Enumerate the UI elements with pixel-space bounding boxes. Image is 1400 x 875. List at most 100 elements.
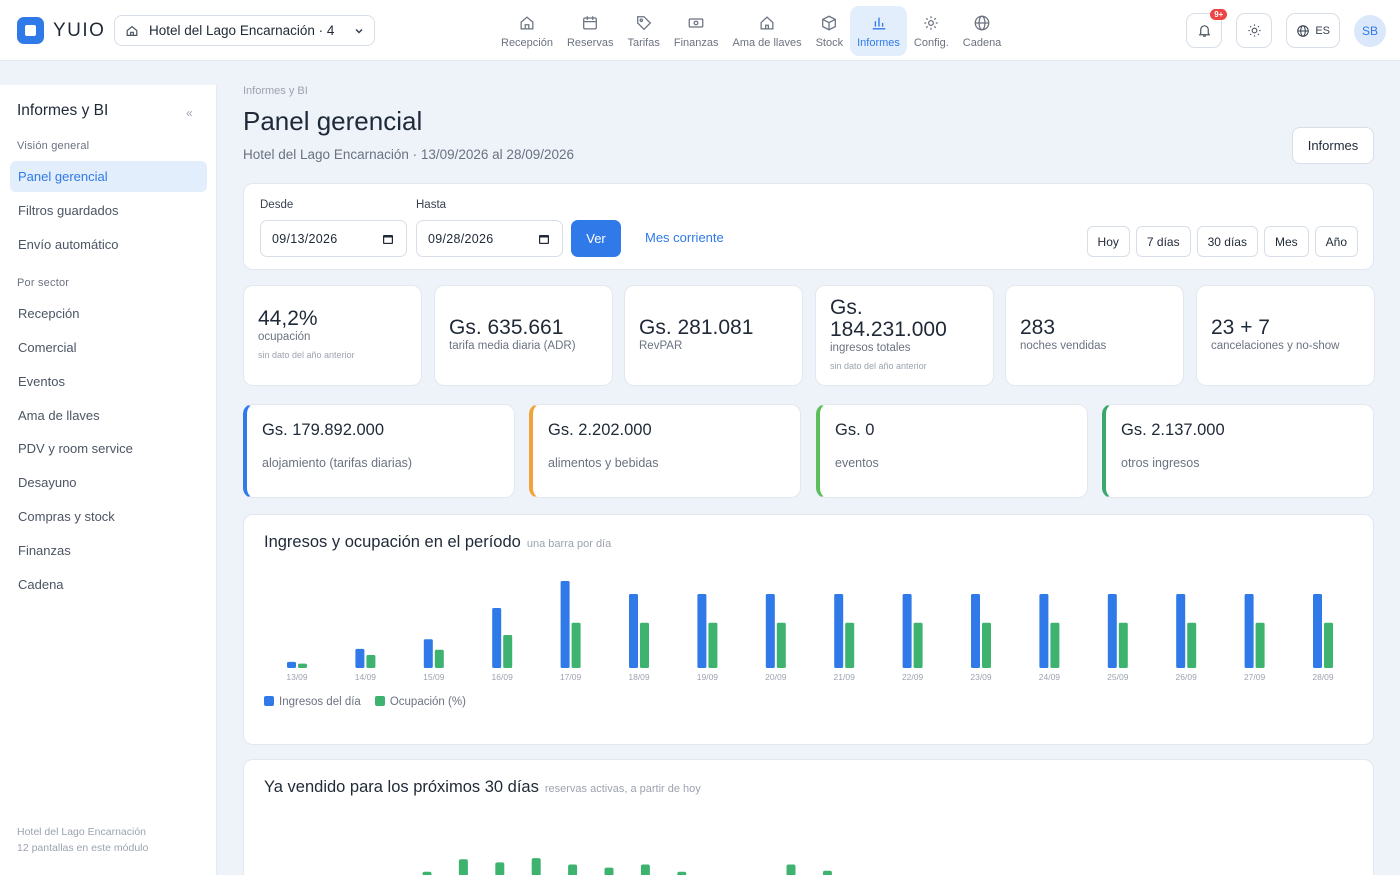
x-tick-label: 26/09 <box>1176 672 1198 682</box>
nav-item-finanzas[interactable]: Finanzas <box>667 6 726 56</box>
sidebar-item-eventos[interactable]: Eventos <box>10 366 207 397</box>
kpi-label: tarifa media diaria (ADR) <box>449 340 576 352</box>
revenue-occupancy-chart: 13/09 14/09 15/09 16/09 17/09 18/09 19/09 20/09… <box>286 581 1334 682</box>
kpi-card-revpar: Gs. 281.081 RevPAR <box>624 285 803 386</box>
sidebar-footer-hotel: Hotel del Lago Encarnación <box>17 826 147 838</box>
language-button[interactable]: ES <box>1286 13 1340 48</box>
nav-item-recepcion[interactable]: Recepción <box>494 6 560 56</box>
revenue-occupancy-chart-card: Ingresos y ocupación en el período una ba… <box>243 514 1374 745</box>
chevron-down-icon <box>355 28 363 34</box>
bar-sold <box>822 870 832 875</box>
page-subtitle: Hotel del Lago Encarnación · 13/09/2026 … <box>243 147 575 162</box>
sidebar-item-filtros-guardados[interactable]: Filtros guardados <box>10 195 207 226</box>
bar-occupancy <box>982 622 991 668</box>
bar-revenue <box>1107 594 1117 668</box>
nav-item-reservas[interactable]: Reservas <box>560 6 620 56</box>
x-tick-label: 28/09 <box>1312 672 1334 682</box>
view-button[interactable]: Ver <box>571 220 621 257</box>
hotel-select[interactable]: Hotel del Lago Encarnación · 4 <box>114 15 375 46</box>
range-button-7-days[interactable]: 7 días <box>1135 226 1191 257</box>
bar-sold <box>640 864 650 875</box>
sidebar-item-envio-automatico[interactable]: Envío automático <box>10 229 207 260</box>
nav-item-tarifas[interactable]: Tarifas <box>620 6 666 56</box>
kpi-value: Gs. 184.231.000 <box>830 296 947 341</box>
sidebar-item-ama-de-llaves[interactable]: Ama de llaves <box>10 400 207 431</box>
nav-item-label: Config. <box>913 36 949 49</box>
bar-revenue <box>971 594 980 668</box>
reports-button[interactable]: Informes <box>1292 127 1374 164</box>
range-button-month[interactable]: Mes <box>1263 226 1309 257</box>
nav-item-config[interactable]: Config. <box>907 6 956 56</box>
chart-legend: Ingresos del día Ocupación (%) <box>264 696 466 708</box>
from-date-value: 09/13/2026 <box>272 231 338 246</box>
bar-sold <box>568 864 578 875</box>
breadcrumb[interactable]: Informes y BI <box>243 85 308 97</box>
sidebar-item-comercial[interactable]: Comercial <box>10 332 207 363</box>
legend-item-occupancy: Ocupación (%) <box>374 696 466 708</box>
revenue-card-events: Gs. 0 eventos <box>816 404 1088 498</box>
range-button-30-days[interactable]: 30 días <box>1196 226 1258 257</box>
bar-occupancy <box>776 622 786 668</box>
sidebar-footer-count: 12 pantallas en este módulo <box>17 842 149 854</box>
forward-sales-chart-card: Ya vendido para los próximos 30 días rese… <box>243 759 1374 875</box>
kpi-label: ocupación <box>258 331 311 343</box>
bar-occupancy <box>1324 622 1333 668</box>
nav-item-informes[interactable]: Informes <box>850 6 907 56</box>
revenue-label: alojamiento (tarifas diarias) <box>262 456 413 470</box>
bar-occupancy <box>366 654 376 668</box>
bar-revenue <box>834 594 844 668</box>
x-tick-label: 22/09 <box>902 672 924 682</box>
bar-occupancy <box>640 622 649 668</box>
range-button-year[interactable]: Año <box>1314 226 1358 257</box>
sidebar-item-recepcion[interactable]: Recepción <box>10 298 207 329</box>
globe-icon <box>1297 24 1310 37</box>
x-tick-label: 19/09 <box>697 672 719 682</box>
bar-chart-icon <box>872 17 885 30</box>
bar-revenue <box>1244 594 1254 668</box>
user-avatar[interactable]: SB <box>1354 14 1386 47</box>
bar-revenue <box>629 594 638 668</box>
current-month-link[interactable]: Mes corriente <box>645 230 724 245</box>
bar-revenue <box>765 594 775 668</box>
x-tick-label: 25/09 <box>1107 672 1129 682</box>
gear-icon <box>924 15 939 30</box>
logo-icon <box>17 17 44 44</box>
to-date-input[interactable]: 09/28/2026 <box>416 220 563 257</box>
nav-item-ama-de-llaves[interactable]: Ama de llaves <box>726 6 809 56</box>
bar-sold <box>495 862 505 875</box>
hotel-select-label: Hotel del Lago Encarnación · 4 <box>149 23 335 38</box>
home-icon <box>520 15 534 29</box>
bar-occupancy <box>503 634 513 668</box>
nav-item-label: Ama de llaves <box>732 36 802 49</box>
collapse-sidebar-button[interactable]: « <box>186 106 193 120</box>
app-name: YUIO <box>53 19 106 41</box>
x-tick-label: 16/09 <box>492 672 514 682</box>
sidebar-item-compras-stock[interactable]: Compras y stock <box>10 501 207 532</box>
sidebar-item-finanzas[interactable]: Finanzas <box>10 535 207 566</box>
sidebar-item-pdv-room-service[interactable]: PDV y room service <box>10 433 207 464</box>
cash-icon <box>688 17 704 28</box>
bell-icon <box>1198 25 1211 37</box>
calendar-icon <box>583 15 598 29</box>
kpi-card-room-nights: 283 noches vendidas <box>1005 285 1184 386</box>
nav-item-cadena[interactable]: Cadena <box>956 6 1009 56</box>
nav-item-stock[interactable]: Stock <box>809 6 851 56</box>
notifications-button[interactable]: 9+ <box>1186 9 1228 48</box>
x-tick-label: 23/09 <box>970 672 992 682</box>
to-date-value: 09/28/2026 <box>428 231 494 246</box>
app-logo[interactable]: YUIO <box>17 17 105 44</box>
x-tick-label: 21/09 <box>834 672 856 682</box>
range-button-today[interactable]: Hoy <box>1086 226 1130 257</box>
from-date-input[interactable]: 09/13/2026 <box>260 220 407 257</box>
kpi-label: noches vendidas <box>1020 340 1107 352</box>
legend-item-revenue: Ingresos del día <box>264 696 361 708</box>
sidebar-item-desayuno[interactable]: Desayuno <box>10 467 207 498</box>
bar-revenue <box>1039 594 1049 668</box>
sidebar-item-panel-gerencial[interactable]: Panel gerencial <box>10 161 207 192</box>
nav-item-label: Reservas <box>566 36 614 49</box>
header-controls: 9+ ES SB <box>1186 9 1386 48</box>
kpi-label: RevPAR <box>639 340 683 352</box>
theme-toggle-button[interactable] <box>1236 13 1273 48</box>
house-icon <box>760 15 774 29</box>
sidebar-item-cadena[interactable]: Cadena <box>10 569 207 600</box>
